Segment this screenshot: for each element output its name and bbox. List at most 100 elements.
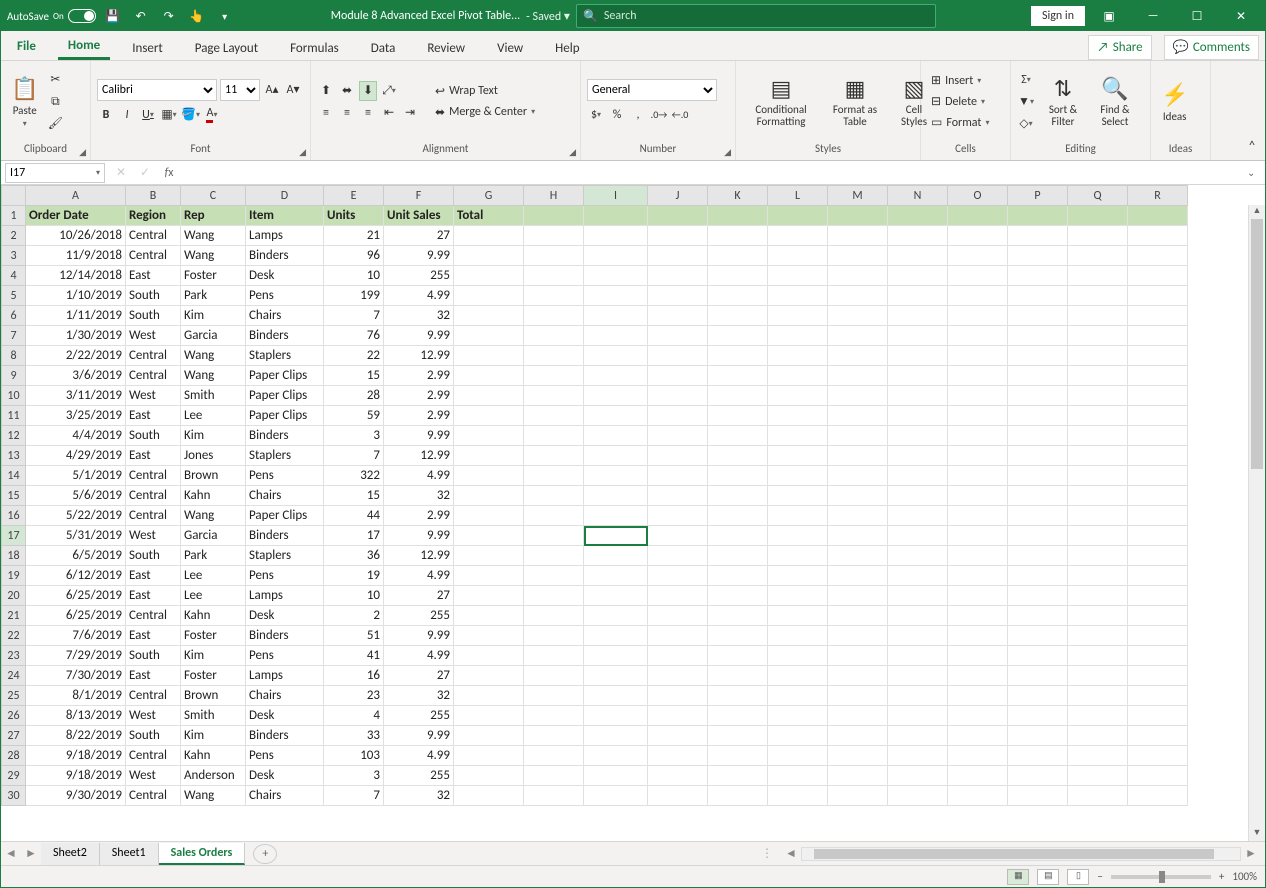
cell[interactable]: 28 <box>324 386 384 406</box>
cell[interactable] <box>584 726 648 746</box>
cell[interactable]: Lee <box>181 566 246 586</box>
cell[interactable] <box>524 746 584 766</box>
row-header[interactable]: 7 <box>2 326 26 346</box>
cell[interactable] <box>454 606 524 626</box>
cell[interactable] <box>1068 666 1128 686</box>
cell[interactable] <box>1128 446 1188 466</box>
cell[interactable]: Central <box>126 486 181 506</box>
cell[interactable] <box>524 226 584 246</box>
format-cells-button[interactable]: ▭Format▾ <box>927 113 993 132</box>
row-header[interactable]: 9 <box>2 366 26 386</box>
cell[interactable] <box>828 566 888 586</box>
cell[interactable] <box>828 286 888 306</box>
cell[interactable]: Central <box>126 366 181 386</box>
paste-button[interactable]: 📋Paste▾ <box>7 73 42 131</box>
cell[interactable]: 9.99 <box>384 326 454 346</box>
cell[interactable] <box>648 606 708 626</box>
cell[interactable]: 12/14/2018 <box>26 266 126 286</box>
cell[interactable] <box>1128 746 1188 766</box>
cell[interactable] <box>454 566 524 586</box>
cell[interactable] <box>584 766 648 786</box>
cell[interactable] <box>1068 626 1128 646</box>
cell[interactable] <box>828 686 888 706</box>
cell[interactable]: 10 <box>324 266 384 286</box>
cell[interactable] <box>584 266 648 286</box>
cell[interactable] <box>948 446 1008 466</box>
row-header[interactable]: 25 <box>2 686 26 706</box>
cell[interactable] <box>648 406 708 426</box>
col-header-M[interactable]: M <box>828 186 888 206</box>
cell[interactable] <box>584 326 648 346</box>
cell[interactable] <box>524 726 584 746</box>
cell[interactable] <box>708 346 768 366</box>
cell[interactable] <box>948 326 1008 346</box>
font-launcher-icon[interactable]: ◢ <box>299 147 306 158</box>
cell[interactable] <box>1068 646 1128 666</box>
cell[interactable] <box>648 766 708 786</box>
cell[interactable] <box>768 266 828 286</box>
cell[interactable] <box>948 366 1008 386</box>
cell[interactable] <box>1008 686 1068 706</box>
row-header[interactable]: 19 <box>2 566 26 586</box>
cell[interactable]: 17 <box>324 526 384 546</box>
cell[interactable] <box>1068 566 1128 586</box>
cell[interactable]: Central <box>126 506 181 526</box>
autosum-icon[interactable]: Σ▾ <box>1017 70 1035 90</box>
cell[interactable] <box>454 346 524 366</box>
col-header-N[interactable]: N <box>888 186 948 206</box>
cell[interactable] <box>768 246 828 266</box>
cell[interactable] <box>948 546 1008 566</box>
cell[interactable] <box>708 766 768 786</box>
name-box[interactable]: I17▾ <box>5 163 105 183</box>
cell[interactable] <box>1128 486 1188 506</box>
format-as-table-button[interactable]: ▦Format as Table <box>824 73 886 130</box>
redo-icon[interactable]: ↷ <box>158 5 180 27</box>
cell[interactable] <box>708 246 768 266</box>
cell[interactable] <box>1008 366 1068 386</box>
cell[interactable] <box>584 486 648 506</box>
cell[interactable]: Binders <box>246 426 324 446</box>
cell[interactable] <box>1128 706 1188 726</box>
cell[interactable] <box>888 766 948 786</box>
cell[interactable]: Central <box>126 246 181 266</box>
cell[interactable] <box>828 306 888 326</box>
align-center-icon[interactable]: ≡ <box>338 103 356 123</box>
cell[interactable]: Desk <box>246 266 324 286</box>
vscroll-thumb[interactable] <box>1251 219 1263 469</box>
cell[interactable] <box>1068 426 1128 446</box>
cell[interactable] <box>454 246 524 266</box>
accounting-format-icon[interactable]: $▾ <box>587 105 605 125</box>
cell[interactable]: Wang <box>181 506 246 526</box>
cell[interactable] <box>948 406 1008 426</box>
cell[interactable] <box>828 606 888 626</box>
touch-mode-icon[interactable]: 👆 <box>186 5 208 27</box>
minimize-icon[interactable]: — <box>1133 1 1173 31</box>
cell[interactable]: 103 <box>324 746 384 766</box>
cell[interactable]: South <box>126 286 181 306</box>
cell[interactable] <box>1008 646 1068 666</box>
row-header[interactable]: 29 <box>2 766 26 786</box>
cell[interactable]: Central <box>126 786 181 806</box>
cell[interactable]: Total <box>454 206 524 226</box>
cell[interactable] <box>888 406 948 426</box>
cell[interactable] <box>888 466 948 486</box>
cell[interactable] <box>708 546 768 566</box>
cell[interactable]: South <box>126 726 181 746</box>
cell[interactable] <box>708 286 768 306</box>
cell[interactable] <box>828 346 888 366</box>
cell[interactable] <box>454 686 524 706</box>
cell[interactable]: Smith <box>181 706 246 726</box>
cell[interactable]: 255 <box>384 766 454 786</box>
cell[interactable]: Kahn <box>181 486 246 506</box>
cell[interactable]: Binders <box>246 626 324 646</box>
col-header-L[interactable]: L <box>768 186 828 206</box>
tab-home[interactable]: Home <box>58 32 110 60</box>
cell[interactable] <box>524 766 584 786</box>
cell[interactable] <box>454 546 524 566</box>
cell[interactable] <box>768 326 828 346</box>
cell[interactable] <box>1068 446 1128 466</box>
cell[interactable] <box>454 446 524 466</box>
cell[interactable] <box>1008 346 1068 366</box>
fx-icon[interactable]: fx <box>157 166 181 180</box>
hscroll-right-icon[interactable]: ► <box>1241 846 1261 861</box>
